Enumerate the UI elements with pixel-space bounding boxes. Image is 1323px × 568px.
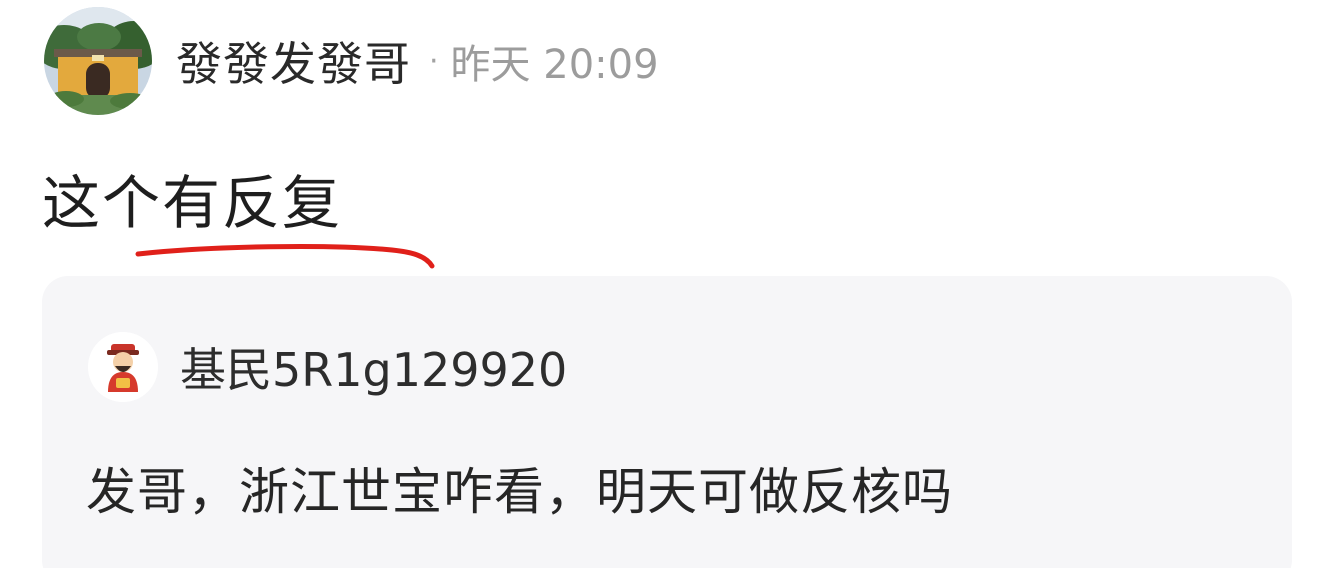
- post-timestamp: 昨天 20:09: [450, 42, 659, 88]
- quoted-comment-card[interactable]: 基民5R1g129920 发哥，浙江世宝咋看，明天可做反核吗: [42, 276, 1292, 568]
- red-underline-annotation: [135, 244, 435, 269]
- comment-post: 發發发發哥 · 昨天 20:09 这个有反复 基民5R1g129920 发哥，浙…: [0, 0, 1323, 568]
- author-avatar[interactable]: [44, 7, 152, 115]
- quoted-author-avatar[interactable]: [88, 332, 158, 402]
- post-content: 这个有反复: [42, 169, 343, 237]
- quoted-author-name[interactable]: 基民5R1g129920: [180, 334, 567, 400]
- fortune-god-avatar-icon: [88, 332, 158, 402]
- quoted-content: 发哥，浙江世宝咋看，明天可做反核吗: [86, 463, 953, 521]
- meta-separator: ·: [429, 43, 439, 79]
- quoted-header: 基民5R1g129920: [88, 332, 567, 402]
- temple-photo-avatar-icon: [44, 7, 152, 115]
- author-name[interactable]: 發發发發哥: [176, 28, 411, 94]
- post-header: 發發发發哥 · 昨天 20:09: [44, 6, 659, 116]
